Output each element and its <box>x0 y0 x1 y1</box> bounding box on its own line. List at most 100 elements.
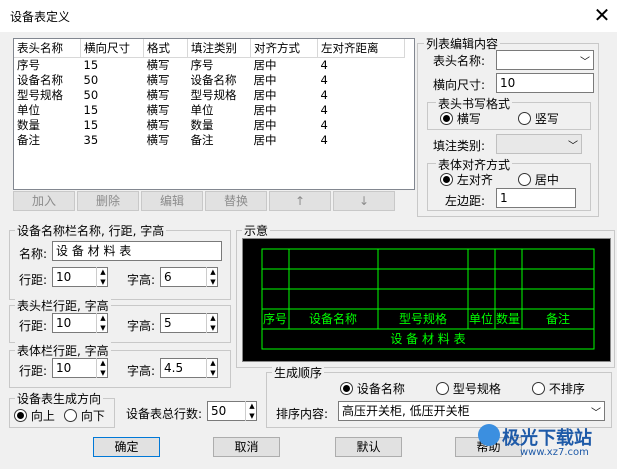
radio-unselected-icon <box>532 382 545 395</box>
table-row[interactable]: 数量 15 横写 数量 居中 4 <box>14 118 405 133</box>
spin-down-icon[interactable]: ▼ <box>246 411 258 421</box>
table-cell: 序号 <box>17 58 40 72</box>
table-cell: 横写 <box>146 118 170 132</box>
add-button[interactable]: 加入 <box>13 191 75 211</box>
cancel-button[interactable]: 取消 <box>213 437 280 457</box>
spin-up-icon[interactable]: ▲ <box>207 267 219 277</box>
radio-up[interactable]: 向上 <box>14 407 55 424</box>
header-spacing-label: 表头栏行距, 字高 <box>15 297 111 314</box>
spin-up-icon[interactable]: ▲ <box>246 401 258 411</box>
table-header-row: 表头名称 横向尺寸 格式 填注类别 对齐方式 左对齐距离 <box>14 39 405 58</box>
preview-col-label: 序号 <box>263 311 287 326</box>
table-row[interactable]: 型号规格 50 横写 型号规格 居中 4 <box>14 88 405 103</box>
name-spacing-spinner[interactable]: ▲ ▼ <box>96 267 109 287</box>
close-icon[interactable]: ✕ <box>590 3 614 27</box>
header-height-spinner[interactable]: ▲ ▼ <box>206 313 219 333</box>
move-down-button[interactable]: ↓ <box>333 191 395 211</box>
header-spacing-spinner[interactable]: ▲ ▼ <box>96 313 109 333</box>
move-up-button[interactable]: ↑ <box>269 191 331 211</box>
body-row-spacing-label: 行距: <box>19 364 48 378</box>
table-row[interactable]: 序号 15 横写 序号 居中 4 <box>14 58 405 74</box>
spin-up-icon[interactable]: ▲ <box>97 358 109 368</box>
table-row[interactable]: 单位 15 横写 单位 居中 4 <box>14 103 405 118</box>
spin-down-icon[interactable]: ▼ <box>207 277 219 287</box>
table-cell: 4 <box>320 103 328 117</box>
preview-col-label: 数量 <box>496 311 520 326</box>
radio-vertical[interactable]: 竖写 <box>518 110 559 127</box>
spin-down-icon[interactable]: ▼ <box>97 368 109 378</box>
table-cell: 居中 <box>253 73 277 87</box>
radio-align-left[interactable]: 左对齐 <box>440 171 493 188</box>
body-spacing-label: 表体栏行距, 字高 <box>15 342 111 359</box>
preview-title: 设 备 材 料 表 <box>390 332 465 346</box>
sort-content-combo[interactable]: 高压开关柜, 低压开关柜 ﹀ <box>338 401 605 421</box>
name-spacing-label: 行距: <box>19 273 48 287</box>
name-input[interactable]: 设 备 材 料 表 <box>52 241 222 261</box>
width-input[interactable]: 10 <box>496 73 594 93</box>
header-name-combo[interactable]: ﹀ <box>496 50 594 70</box>
radio-no-sort[interactable]: 不排序 <box>532 380 585 397</box>
spin-up-icon[interactable]: ▲ <box>207 358 219 368</box>
spin-up-icon[interactable]: ▲ <box>97 313 109 323</box>
name-height-spinner[interactable]: ▲ ▼ <box>206 267 219 287</box>
preview-col-label: 设备名称 <box>309 311 357 326</box>
column-list[interactable]: 表头名称 横向尺寸 格式 填注类别 对齐方式 左对齐距离 序号 15 横写 序号居中 4… <box>13 38 415 190</box>
total-rows-spinner[interactable]: ▲ ▼ <box>245 401 258 421</box>
radio-order-model[interactable]: 型号规格 <box>436 380 501 397</box>
fill-type-combo[interactable]: ﹀ <box>496 134 582 154</box>
table-cell: 横写 <box>146 73 170 87</box>
spin-down-icon[interactable]: ▼ <box>97 323 109 333</box>
table-cell: 4 <box>320 58 328 72</box>
table-cell: 设备名称 <box>17 73 63 87</box>
table-row[interactable]: 备注 35 横写 备注 居中 4 <box>14 133 405 148</box>
radio-selected-icon <box>440 173 453 186</box>
edit-panel-label: 列表编辑内容 <box>424 35 501 52</box>
spin-up-icon[interactable]: ▲ <box>97 267 109 277</box>
ok-button[interactable]: 确定 <box>93 437 160 457</box>
column-header[interactable]: 格式 <box>143 39 188 58</box>
radio-unselected-icon <box>518 173 531 186</box>
table-cell: 4 <box>320 133 328 147</box>
table-row[interactable]: 设备名称 50 横写 设备名称 居中 4 <box>14 73 405 88</box>
radio-align-left-label: 左对齐 <box>456 173 493 187</box>
preview-table-drawing: 序号 设备名称 型号规格 单位 数量 备注 设 备 材 料 表 <box>261 248 595 350</box>
column-header[interactable]: 横向尺寸 <box>80 39 144 58</box>
table-cell: 15 <box>83 58 99 72</box>
radio-selected-icon <box>440 112 453 125</box>
spin-down-icon[interactable]: ▼ <box>97 277 109 287</box>
sort-content-label: 排序内容: <box>276 407 329 421</box>
table-cell: 15 <box>83 103 99 117</box>
body-height-spinner[interactable]: ▲ ▼ <box>206 358 219 378</box>
column-header[interactable]: 表头名称 <box>14 39 81 58</box>
table-cell: 35 <box>83 133 99 147</box>
column-header[interactable]: 左对齐距离 <box>317 39 405 58</box>
delete-button[interactable]: 删除 <box>77 191 139 211</box>
radio-order-name[interactable]: 设备名称 <box>340 380 405 397</box>
total-rows-label: 设备表总行数: <box>126 407 203 421</box>
margin-input[interactable]: 1 <box>496 188 576 208</box>
margin-label: 左边距: <box>445 194 486 208</box>
radio-align-center-label: 居中 <box>534 173 559 187</box>
radio-unselected-icon <box>436 382 449 395</box>
column-header[interactable]: 填注类别 <box>187 39 251 58</box>
table-cell: 4 <box>320 88 328 102</box>
spin-down-icon[interactable]: ▼ <box>207 368 219 378</box>
radio-horizontal[interactable]: 横写 <box>440 110 481 127</box>
name-group-label: 设备名称栏名称, 行距, 字高 <box>15 222 167 239</box>
column-header[interactable]: 对齐方式 <box>250 39 318 58</box>
radio-align-center[interactable]: 居中 <box>518 171 559 188</box>
edit-button[interactable]: 编辑 <box>141 191 203 211</box>
spin-down-icon[interactable]: ▼ <box>207 323 219 333</box>
column-table: 表头名称 横向尺寸 格式 填注类别 对齐方式 左对齐距离 序号 15 横写 序号居中 4… <box>14 39 405 148</box>
table-cell: 序号 <box>190 58 214 72</box>
radio-horizontal-label: 横写 <box>456 112 481 126</box>
table-cell: 单位 <box>190 103 214 117</box>
replace-button[interactable]: 替换 <box>205 191 267 211</box>
direction-group-label: 设备表生成方向 <box>15 390 104 407</box>
table-cell: 15 <box>83 118 99 132</box>
spin-up-icon[interactable]: ▲ <box>207 313 219 323</box>
table-cell: 设备名称 <box>190 73 237 87</box>
body-spacing-spinner[interactable]: ▲ ▼ <box>96 358 109 378</box>
radio-down[interactable]: 向下 <box>64 407 105 424</box>
default-button[interactable]: 默认 <box>335 437 402 457</box>
